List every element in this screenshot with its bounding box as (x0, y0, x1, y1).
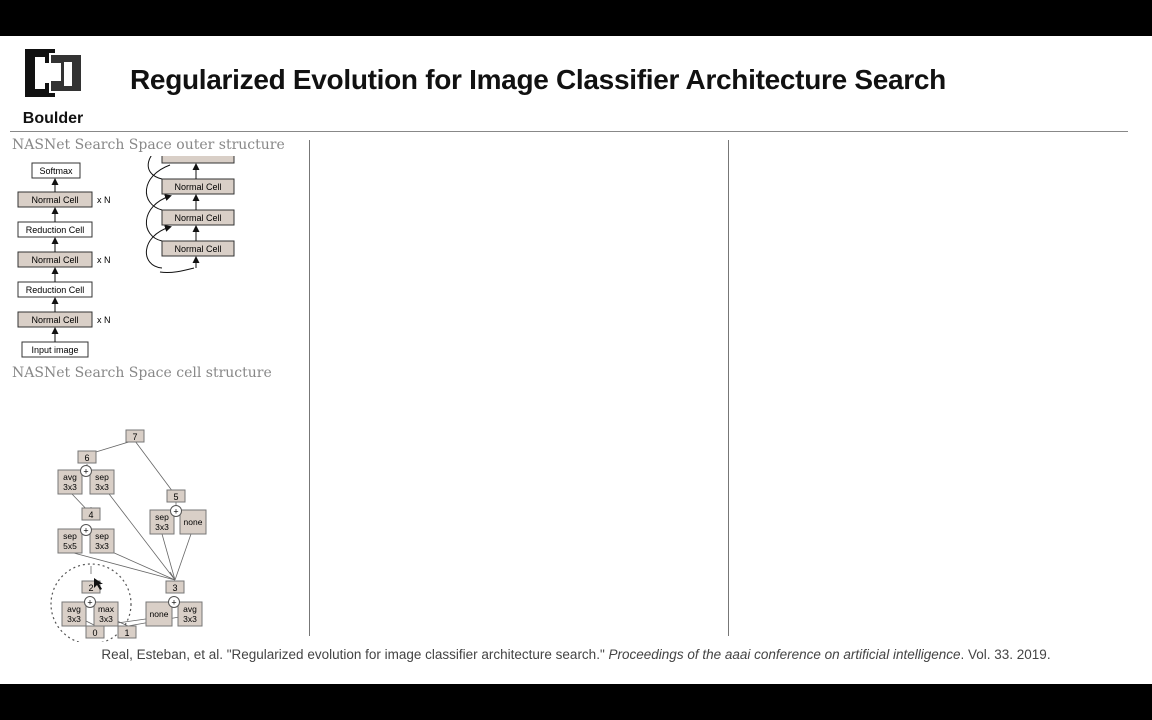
op-label: sep (63, 531, 77, 541)
column-divider-left (309, 140, 310, 636)
op-kernel: 3x3 (99, 614, 113, 624)
op-label: max (98, 604, 115, 614)
op-none: none (145, 601, 173, 627)
node-label: 1 (124, 628, 129, 638)
op-sep-5x5: sep 5x5 (57, 528, 83, 554)
op-label: avg (183, 604, 197, 614)
normal-cell-box: Normal Cell (17, 251, 93, 268)
plus-sign: + (83, 467, 88, 477)
plus-sign: + (83, 526, 88, 536)
reduction-cell-label: Reduction Cell (26, 225, 85, 235)
node-label: 2 (88, 583, 93, 593)
node-5: 5 (166, 489, 186, 503)
normal-cell-label: Normal Cell (31, 255, 78, 265)
plus-sign: + (171, 598, 176, 608)
node-label: 5 (173, 492, 178, 502)
repeat-label: x N (97, 315, 111, 325)
plus-sign: + (87, 598, 92, 608)
normal-cell-label: Normal Cell (31, 195, 78, 205)
reduction-cell-box: Reduction Cell (17, 221, 93, 238)
op-kernel: 3x3 (95, 541, 109, 551)
repeat-label: x N (97, 255, 111, 265)
citation-authors: Real, Esteban, et al. "Regularized evolu… (101, 647, 605, 662)
op-sep-3x3: sep 3x3 (89, 528, 115, 554)
op-avg-3x3: avg 3x3 (57, 469, 83, 495)
node-6: 6 (77, 450, 97, 464)
op-label: sep (95, 472, 109, 482)
cell-structure-label: NASNet Search Space cell structure (12, 365, 272, 381)
detail-normal-cell: Normal Cell (161, 240, 235, 257)
add-node: + (170, 505, 182, 517)
detail-cell-label: Normal Cell (174, 213, 221, 223)
op-kernel: 5x5 (63, 541, 77, 551)
op-label: sep (155, 512, 169, 522)
detail-normal-cell (161, 156, 235, 164)
op-sep-3x3: sep 3x3 (89, 469, 115, 495)
node-label: 7 (132, 432, 137, 442)
plus-sign: + (173, 507, 178, 517)
node-label: 6 (84, 453, 89, 463)
op-label: avg (67, 604, 81, 614)
node-1: 1 (117, 625, 137, 639)
op-kernel: 3x3 (183, 614, 197, 624)
input-image-box: Input image (21, 341, 89, 358)
op-avg-3x3: avg 3x3 (177, 601, 203, 627)
normal-cell-box: Normal Cell (17, 191, 93, 208)
op-sep-3x3: sep 3x3 (149, 509, 175, 535)
node-0: 0 (85, 625, 105, 639)
detail-cell-label: Normal Cell (174, 182, 221, 192)
normal-cell-box: Normal Cell (17, 311, 93, 328)
detail-normal-cell: Normal Cell (161, 178, 235, 195)
cu-logo-icon (23, 47, 83, 99)
op-label: none (184, 517, 203, 527)
outer-structure-label: NASNet Search Space outer structure (12, 137, 285, 153)
node-label: 3 (172, 583, 177, 593)
op-label: avg (63, 472, 77, 482)
node-7: 7 (125, 429, 145, 443)
detail-cell-label: Normal Cell (174, 244, 221, 254)
add-node: + (168, 596, 180, 608)
node-label: 0 (92, 628, 97, 638)
add-node: + (80, 465, 92, 477)
logo-wordmark: Boulder (22, 110, 84, 127)
softmax-box: Softmax (31, 162, 81, 179)
op-kernel: 3x3 (155, 522, 169, 532)
op-kernel: 3x3 (63, 482, 77, 492)
repeat-label: x N (97, 195, 111, 205)
slide: Boulder Regularized Evolution for Image … (0, 36, 1152, 684)
op-max-3x3: max 3x3 (93, 601, 119, 627)
citation-venue: Proceedings of the aaai conference on ar… (608, 647, 961, 662)
softmax-label: Softmax (39, 166, 73, 176)
add-node: + (80, 524, 92, 536)
cu-boulder-logo: Boulder (16, 44, 90, 130)
reduction-cell-label: Reduction Cell (26, 285, 85, 295)
citation-details: . Vol. 33. 2019. (960, 647, 1051, 662)
cell-structure-diagram: 7 6 avg 3x3 sep 3x3 + 4 sep 5x5 sep 3x3 … (50, 429, 207, 642)
op-kernel: 3x3 (67, 614, 81, 624)
input-image-label: Input image (31, 345, 78, 355)
node-3: 3 (165, 580, 185, 594)
normal-cell-label: Normal Cell (31, 315, 78, 325)
outer-structure-diagram: Softmax Normal Cell Reduction Cell Norma… (17, 156, 235, 358)
citation: Real, Esteban, et al. "Regularized evolu… (0, 647, 1152, 662)
title-rule (10, 131, 1128, 132)
slide-title: Regularized Evolution for Image Classifi… (130, 64, 946, 95)
op-label: sep (95, 531, 109, 541)
op-label: none (150, 609, 169, 619)
reduction-cell-box: Reduction Cell (17, 281, 93, 298)
op-avg-3x3: avg 3x3 (61, 601, 87, 627)
op-kernel: 3x3 (95, 482, 109, 492)
node-label: 4 (88, 510, 93, 520)
op-none: none (179, 509, 207, 535)
node-4: 4 (81, 507, 101, 521)
add-node: + (84, 596, 96, 608)
column-divider-right (728, 140, 729, 636)
detail-normal-cell: Normal Cell (161, 209, 235, 226)
